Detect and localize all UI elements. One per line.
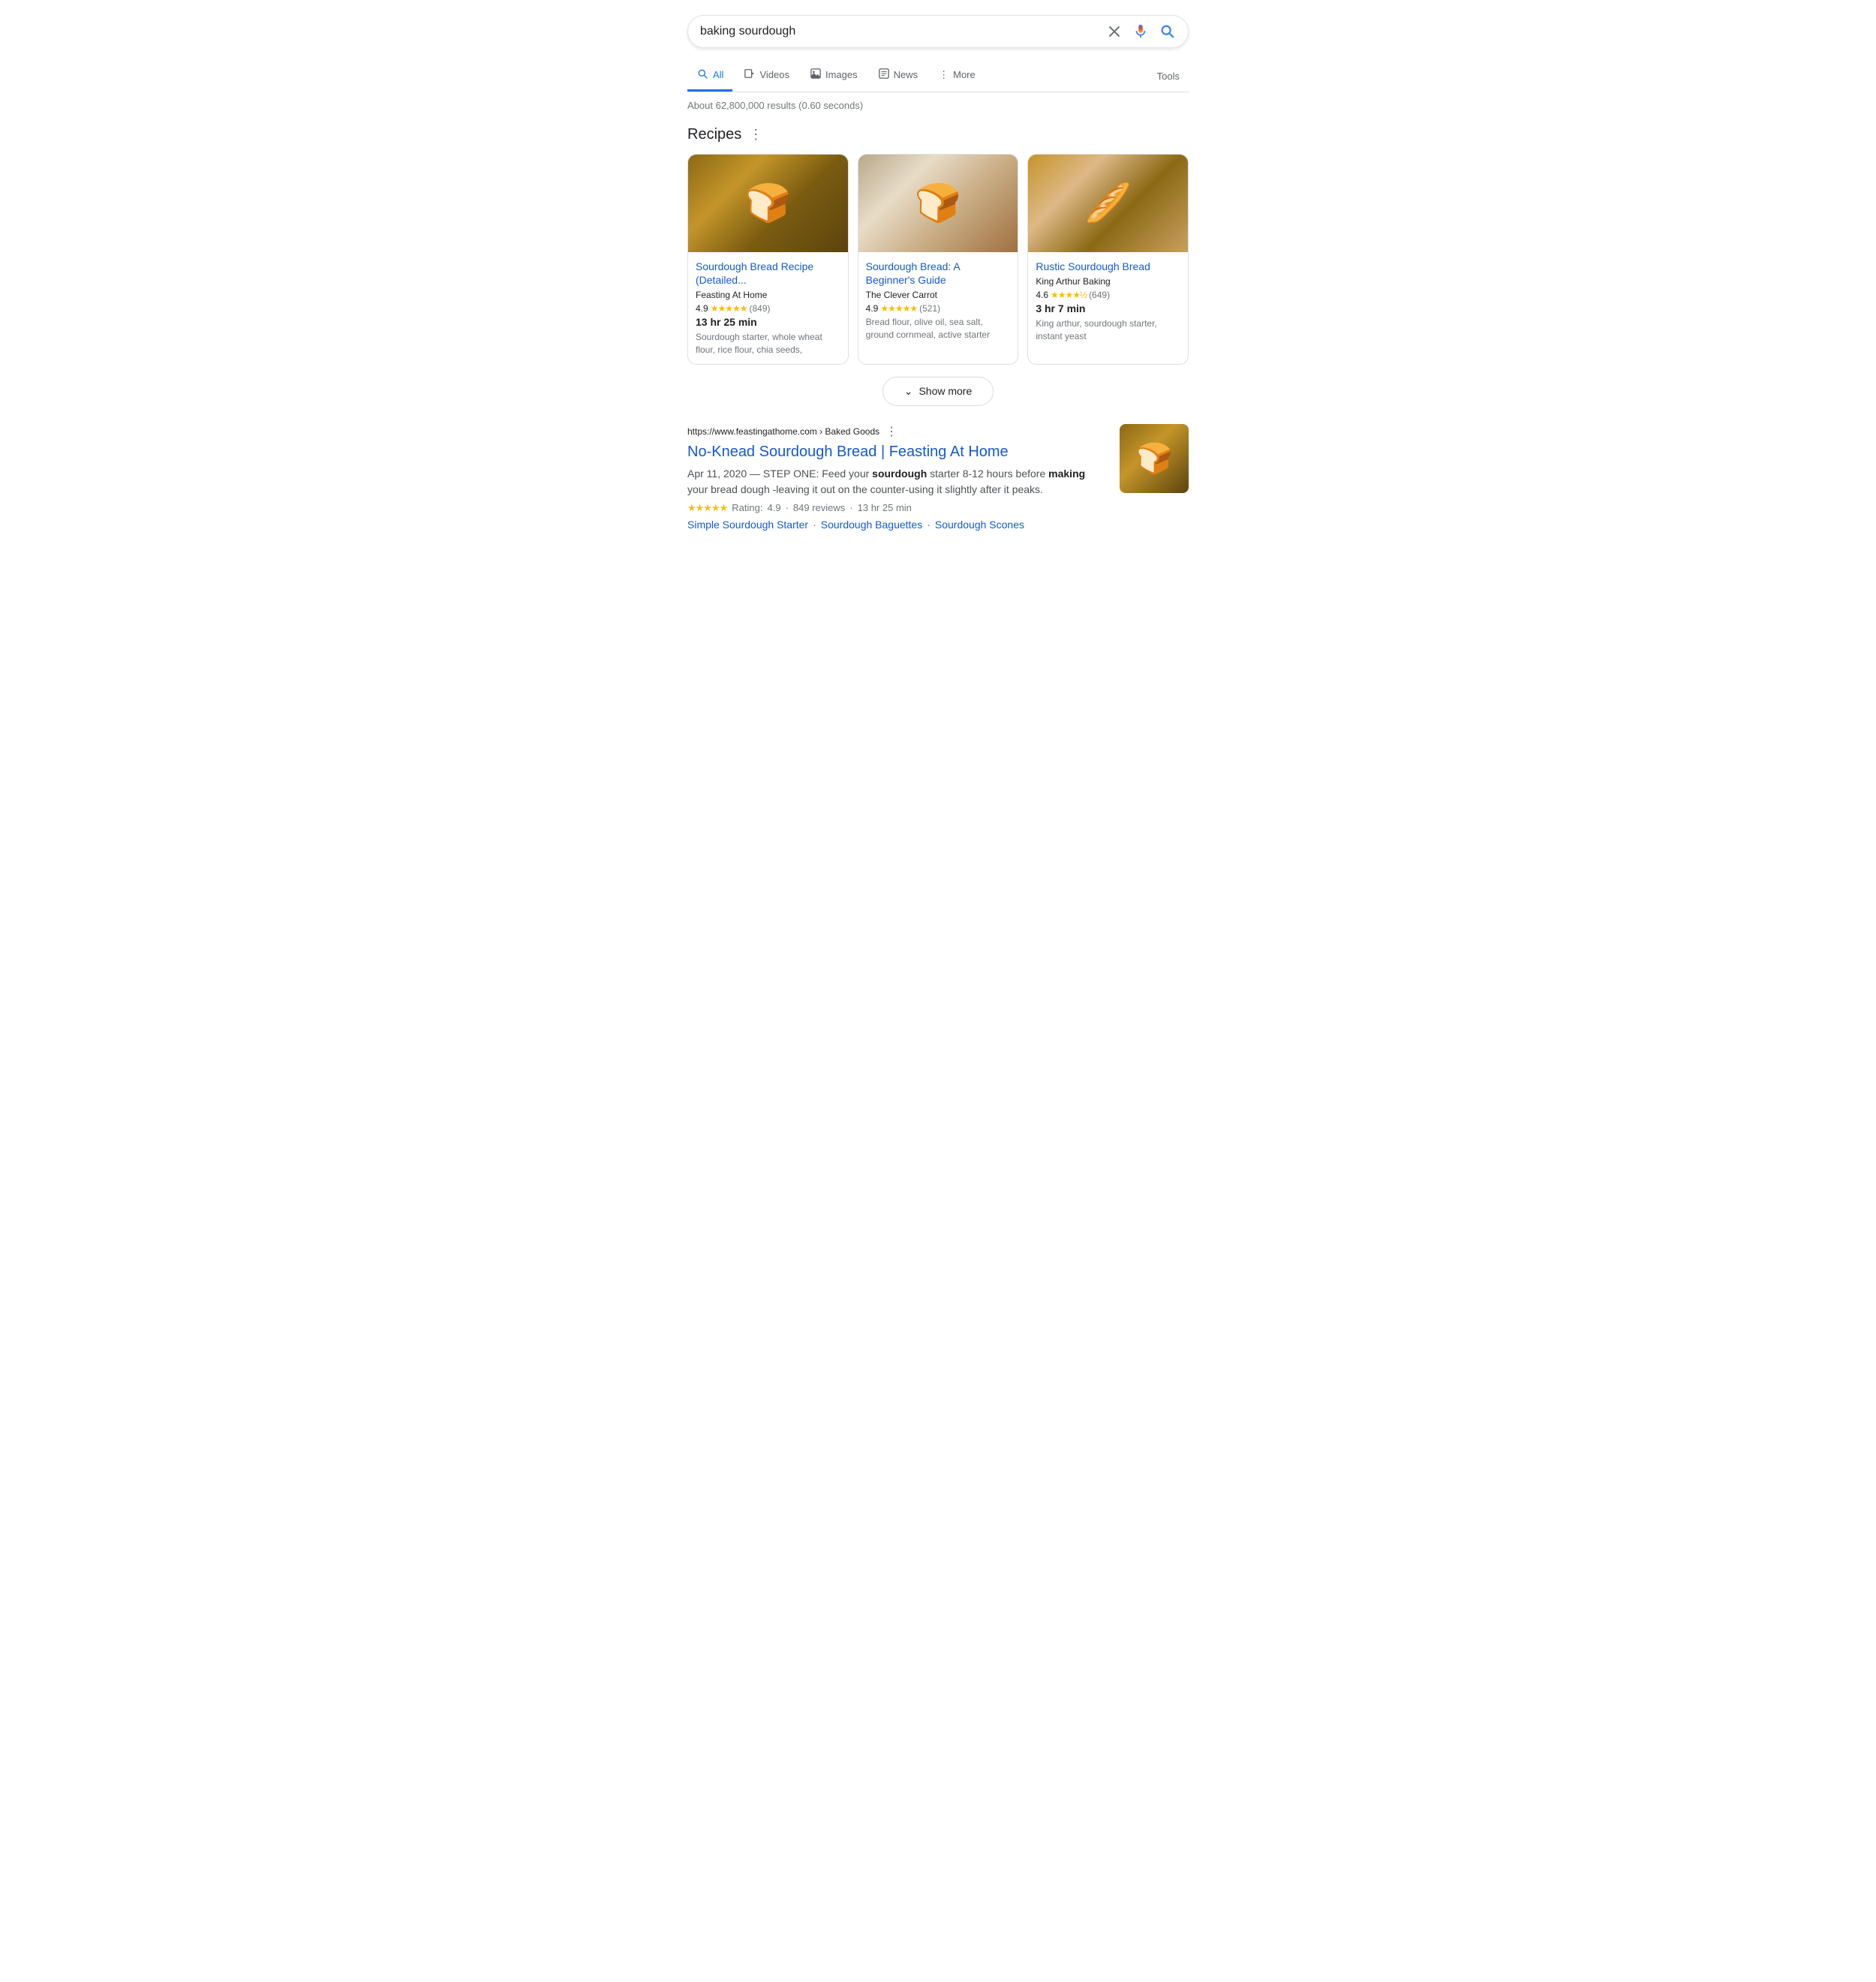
show-more-label: Show more bbox=[918, 385, 972, 397]
tab-more[interactable]: ⋮ More bbox=[930, 62, 985, 91]
search-bar bbox=[687, 15, 1189, 48]
videos-tab-icon bbox=[744, 68, 755, 81]
search-button[interactable] bbox=[1159, 23, 1176, 40]
tab-videos[interactable]: Videos bbox=[735, 61, 798, 91]
recipe-star-icons-2: ★★★★★ bbox=[880, 303, 917, 314]
microphone-icon bbox=[1132, 23, 1149, 40]
recipe-star-icons-1: ★★★★★ bbox=[711, 303, 747, 314]
result-thumb-image bbox=[1120, 424, 1189, 493]
result-url: https://www.feastingathome.com › Baked G… bbox=[687, 426, 879, 437]
related-link-3[interactable]: Sourdough Scones bbox=[935, 519, 1024, 531]
results-count: About 62,800,000 results (0.60 seconds) bbox=[687, 100, 1189, 111]
result-content-1: https://www.feastingathome.com › Baked G… bbox=[687, 424, 1108, 531]
recipe-stars-row-3: 4.6 ★★★★½ (649) bbox=[1036, 290, 1180, 300]
recipe-source-3: King Arthur Baking bbox=[1036, 276, 1180, 287]
related-link-1[interactable]: Simple Sourdough Starter bbox=[687, 519, 808, 531]
recipe-time-3: 3 hr 7 min bbox=[1036, 302, 1180, 314]
recipe-card-body-3: Rustic Sourdough Bread King Arthur Bakin… bbox=[1028, 252, 1188, 350]
recipe-cards: Sourdough Bread Recipe (Detailed... Feas… bbox=[687, 154, 1189, 365]
search-icons bbox=[1107, 23, 1176, 40]
tab-all[interactable]: All bbox=[687, 60, 732, 92]
result-snippet: Apr 11, 2020 — STEP ONE: Feed your sourd… bbox=[687, 466, 1108, 498]
result-rating-value: 4.9 bbox=[767, 502, 780, 513]
images-tab-icon bbox=[810, 68, 821, 81]
recipe-image-3 bbox=[1028, 155, 1188, 252]
result-rating-label: Rating: bbox=[732, 502, 762, 513]
recipes-title: Recipes bbox=[687, 126, 741, 143]
news-tab-icon bbox=[879, 68, 889, 81]
recipe-card-body-1: Sourdough Bread Recipe (Detailed... Feas… bbox=[688, 252, 848, 364]
recipe-card-2[interactable]: Sourdough Bread: A Beginner's Guide The … bbox=[858, 154, 1019, 365]
recipe-image-2 bbox=[858, 155, 1018, 252]
result-star-icons: ★★★★★ bbox=[687, 502, 727, 514]
show-more-button[interactable]: ⌄ Show more bbox=[882, 377, 994, 406]
recipe-star-icons-3: ★★★★½ bbox=[1051, 290, 1087, 300]
recipe-title-3: Rustic Sourdough Bread bbox=[1036, 260, 1180, 273]
tab-videos-label: Videos bbox=[759, 69, 789, 80]
search-icon bbox=[1159, 23, 1176, 40]
more-tab-icon: ⋮ bbox=[939, 69, 949, 81]
clear-button[interactable] bbox=[1107, 24, 1122, 39]
result-review-count: 849 reviews bbox=[793, 502, 845, 513]
recipe-rating-1: 4.9 bbox=[696, 303, 708, 314]
result-dot-sep-1: · bbox=[786, 502, 789, 513]
recipe-source-2: The Clever Carrot bbox=[866, 290, 1011, 300]
recipe-time-1: 13 hr 25 min bbox=[696, 316, 840, 328]
recipe-card-1[interactable]: Sourdough Bread Recipe (Detailed... Feas… bbox=[687, 154, 849, 365]
tools-button[interactable]: Tools bbox=[1148, 63, 1189, 89]
result-date: Apr 11, 2020 bbox=[687, 468, 747, 480]
recipe-ingredients-3: King arthur, sourdough starter, instant … bbox=[1036, 317, 1180, 343]
clear-icon bbox=[1107, 24, 1122, 39]
result-thumbnail bbox=[1120, 424, 1189, 493]
recipe-source-1: Feasting At Home bbox=[696, 290, 840, 300]
chevron-down-icon: ⌄ bbox=[904, 385, 913, 398]
recipe-ingredients-1: Sourdough starter, whole wheat flour, ri… bbox=[696, 331, 840, 356]
nav-tabs: All Videos Images bbox=[687, 60, 1189, 92]
voice-search-button[interactable] bbox=[1132, 23, 1149, 40]
recipe-card-body-2: Sourdough Bread: A Beginner's Guide The … bbox=[858, 252, 1018, 349]
result-url-row: https://www.feastingathome.com › Baked G… bbox=[687, 424, 1108, 439]
recipe-card-3[interactable]: Rustic Sourdough Bread King Arthur Bakin… bbox=[1027, 154, 1189, 365]
recipe-review-count-1: (849) bbox=[749, 303, 770, 314]
tab-news-label: News bbox=[894, 69, 918, 80]
search-result-1: https://www.feastingathome.com › Baked G… bbox=[687, 424, 1189, 531]
recipe-rating-3: 4.6 bbox=[1036, 290, 1048, 300]
result-options-icon[interactable]: ⋮ bbox=[885, 424, 897, 439]
result-title[interactable]: No-Knead Sourdough Bread | Feasting At H… bbox=[687, 442, 1108, 462]
recipe-review-count-3: (649) bbox=[1089, 290, 1110, 300]
related-link-2[interactable]: Sourdough Baguettes bbox=[821, 519, 922, 531]
result-time: 13 hr 25 min bbox=[858, 502, 912, 513]
show-more-container: ⌄ Show more bbox=[687, 377, 1189, 406]
result-related-links: Simple Sourdough Starter · Sourdough Bag… bbox=[687, 519, 1108, 531]
recipe-review-count-2: (521) bbox=[919, 303, 940, 314]
recipe-stars-row-2: 4.9 ★★★★★ (521) bbox=[866, 303, 1011, 314]
link-sep-2: · bbox=[927, 519, 930, 531]
tab-all-label: All bbox=[713, 69, 723, 80]
recipe-title-2: Sourdough Bread: A Beginner's Guide bbox=[866, 260, 1011, 287]
tab-news[interactable]: News bbox=[870, 61, 927, 91]
recipes-options-icon[interactable]: ⋮ bbox=[749, 127, 762, 143]
tab-images-label: Images bbox=[825, 69, 858, 80]
all-tab-icon bbox=[696, 68, 708, 82]
search-input[interactable] bbox=[700, 25, 1107, 38]
recipe-stars-row-1: 4.9 ★★★★★ (849) bbox=[696, 303, 840, 314]
recipe-rating-2: 4.9 bbox=[866, 303, 879, 314]
recipe-title-1: Sourdough Bread Recipe (Detailed... bbox=[696, 260, 840, 287]
result-rating-row: ★★★★★ Rating: 4.9 · 849 reviews · 13 hr … bbox=[687, 502, 1108, 514]
tab-more-label: More bbox=[953, 69, 976, 80]
recipes-header: Recipes ⋮ bbox=[687, 126, 1189, 143]
recipe-image-1 bbox=[688, 155, 848, 252]
recipes-section: Recipes ⋮ Sourdough Bread Recipe (Detail… bbox=[687, 126, 1189, 406]
recipe-ingredients-2: Bread flour, olive oil, sea salt, ground… bbox=[866, 316, 1011, 341]
tab-images[interactable]: Images bbox=[801, 61, 867, 91]
link-sep-1: · bbox=[813, 519, 816, 531]
result-dot-sep-2: · bbox=[849, 502, 852, 513]
